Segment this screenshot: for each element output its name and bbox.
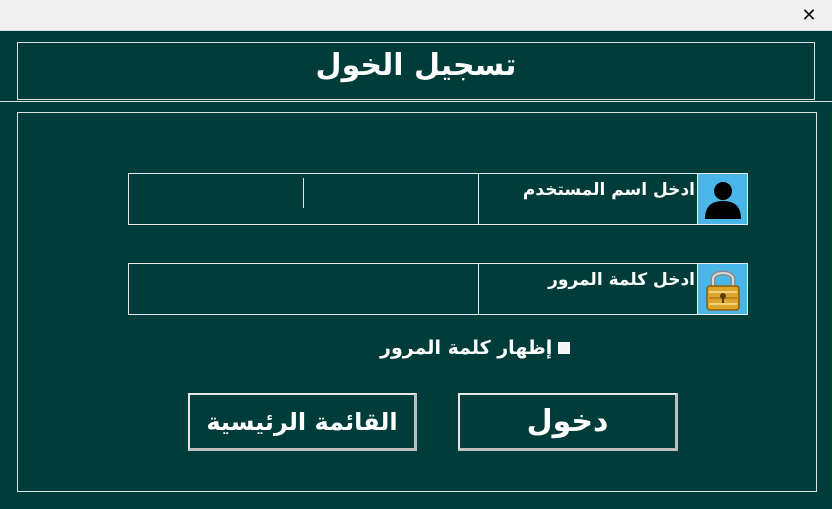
password-label: ادخل كلمة المرور: [548, 270, 695, 290]
password-row: ادخل كلمة المرور: [128, 263, 748, 315]
username-label-box: ادخل اسم المستخدم: [478, 173, 698, 225]
login-button-label: دخول: [526, 404, 609, 439]
text-caret: [303, 178, 304, 208]
padlock-icon-box: [697, 263, 748, 315]
close-icon: ✕: [801, 4, 817, 26]
user-icon: [704, 182, 741, 219]
username-row: ادخل اسم المستخدم: [128, 173, 748, 225]
show-password-checkbox[interactable]: [558, 342, 571, 354]
show-password-label: إظهار كلمة المرور: [380, 337, 553, 359]
login-button[interactable]: دخول: [458, 393, 678, 451]
password-label-box: ادخل كلمة المرور: [478, 263, 698, 315]
username-input-box[interactable]: [128, 173, 479, 225]
username-label: ادخل اسم المستخدم: [522, 180, 695, 200]
header-divider: [0, 101, 832, 102]
password-input[interactable]: [129, 264, 478, 314]
padlock-icon: [705, 270, 740, 311]
user-icon-box: [697, 173, 748, 225]
show-password-toggle[interactable]: إظهار كلمة المرور: [380, 333, 610, 363]
window-titlebar: ✕: [0, 0, 832, 31]
close-button[interactable]: ✕: [786, 0, 832, 30]
main-menu-button-label: القائمة الرئيسية: [206, 407, 398, 436]
password-input-box[interactable]: [128, 263, 479, 315]
page-title: تسجيل الخول: [315, 48, 517, 83]
main-menu-button[interactable]: القائمة الرئيسية: [188, 393, 417, 451]
